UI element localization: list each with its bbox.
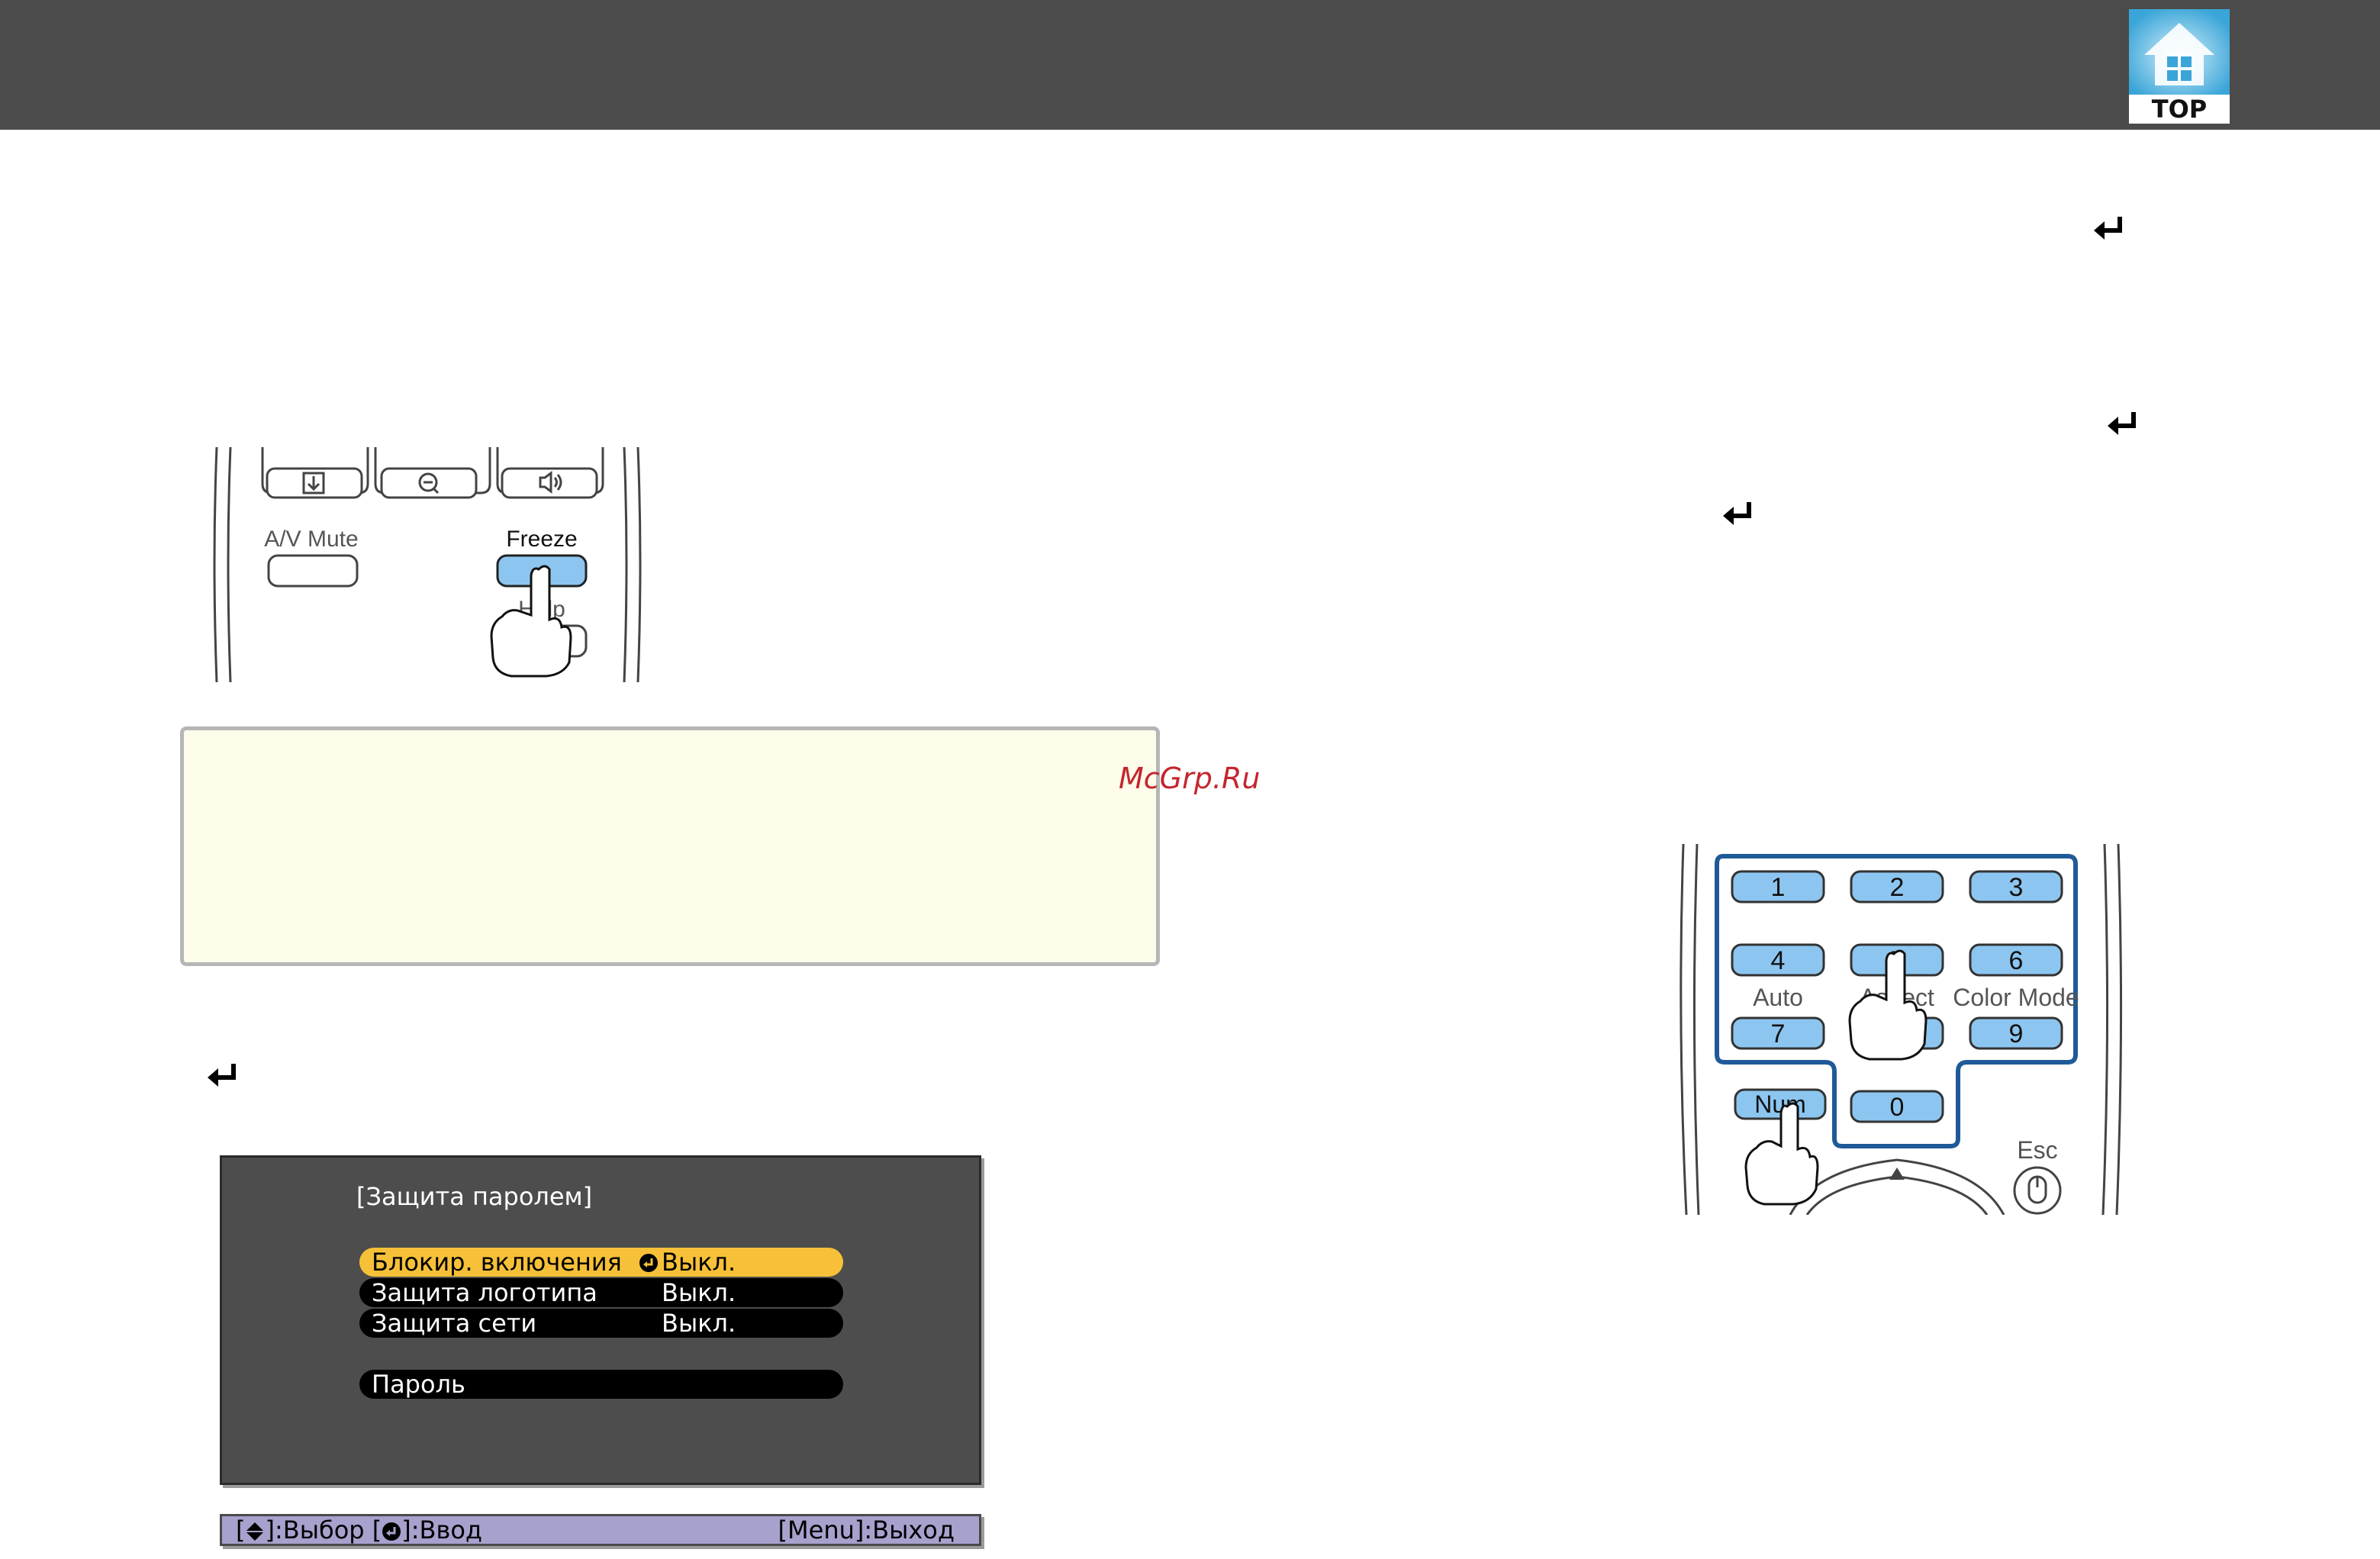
esc-label: Esc — [2017, 1136, 2057, 1164]
menu-item-label: Блокир. включения — [372, 1248, 622, 1277]
num-key-label: 1 — [1771, 873, 1786, 902]
enter-key-icon — [1723, 502, 1751, 525]
av-mute-label: A/V Mute — [264, 527, 358, 552]
num-key-label: 0 — [1890, 1093, 1905, 1122]
top-button-label: TOP — [2151, 95, 2208, 124]
menu-item-network-protection[interactable]: Защита сети Выкл. — [359, 1309, 843, 1338]
num-key-label: 2 — [1890, 873, 1905, 902]
mouse-icon — [2013, 1166, 2062, 1215]
menu-item-value: Выкл. — [662, 1278, 736, 1307]
help-exit-text: [Menu]:Выход — [778, 1516, 955, 1545]
color-mode-label: Color Mode — [1953, 984, 2079, 1011]
up-down-icon — [246, 1522, 264, 1541]
remote-numeric-keypad-illustration: 1234567890 Auto Aspect Color Mode Num Es… — [1680, 844, 2123, 1215]
num-key-label: 3 — [2009, 873, 2024, 902]
enter-icon — [382, 1522, 401, 1541]
menu-item-label: Пароль — [372, 1370, 465, 1399]
num-key-label: 9 — [2009, 1019, 2024, 1048]
menu-item-logo-protection[interactable]: Защита логотипа Выкл. — [359, 1278, 843, 1307]
menu-item-password[interactable]: Пароль — [359, 1370, 843, 1399]
note-box — [180, 726, 1160, 966]
up-arrow-icon — [1889, 1168, 1905, 1180]
enter-key-icon — [2108, 412, 2136, 435]
num-key-label: 6 — [2009, 946, 2024, 975]
remote-freeze-illustration: A/V Mute Freeze Help — [213, 447, 642, 682]
home-icon — [2129, 9, 2230, 95]
menu-item-value: Выкл. — [662, 1248, 736, 1277]
help-bar-left: []:Выбор []:Ввод — [236, 1516, 483, 1545]
num-key-label: 7 — [1771, 1019, 1786, 1048]
enter-icon — [639, 1254, 658, 1272]
menu-item-label: Защита логотипа — [372, 1278, 597, 1307]
menu-help-bar: []:Выбор []:Ввод [Menu]:Выход — [220, 1514, 981, 1546]
menu-title: [Защита паролем] — [356, 1182, 593, 1211]
help-select-text: :Выбор — [274, 1516, 365, 1545]
freeze-label: Freeze — [506, 527, 577, 552]
watermark-text: McGrp.Ru — [1119, 762, 1261, 795]
menu-item-label: Защита сети — [372, 1309, 537, 1338]
menu-item-power-on-lock[interactable]: Блокир. включения Выкл. — [359, 1248, 843, 1277]
enter-key-icon — [2094, 217, 2122, 240]
menu-item-value: Выкл. — [662, 1309, 736, 1338]
password-protection-menu: [Защита паролем] Блокир. включения Выкл.… — [220, 1155, 981, 1485]
enter-key-icon — [208, 1064, 236, 1087]
top-button[interactable]: TOP — [2129, 9, 2230, 124]
header-bar — [0, 0, 2380, 130]
av-mute-button — [267, 554, 359, 588]
auto-label: Auto — [1753, 984, 1803, 1011]
help-enter-text: :Ввод — [411, 1516, 483, 1545]
num-key-label: 4 — [1771, 946, 1786, 975]
